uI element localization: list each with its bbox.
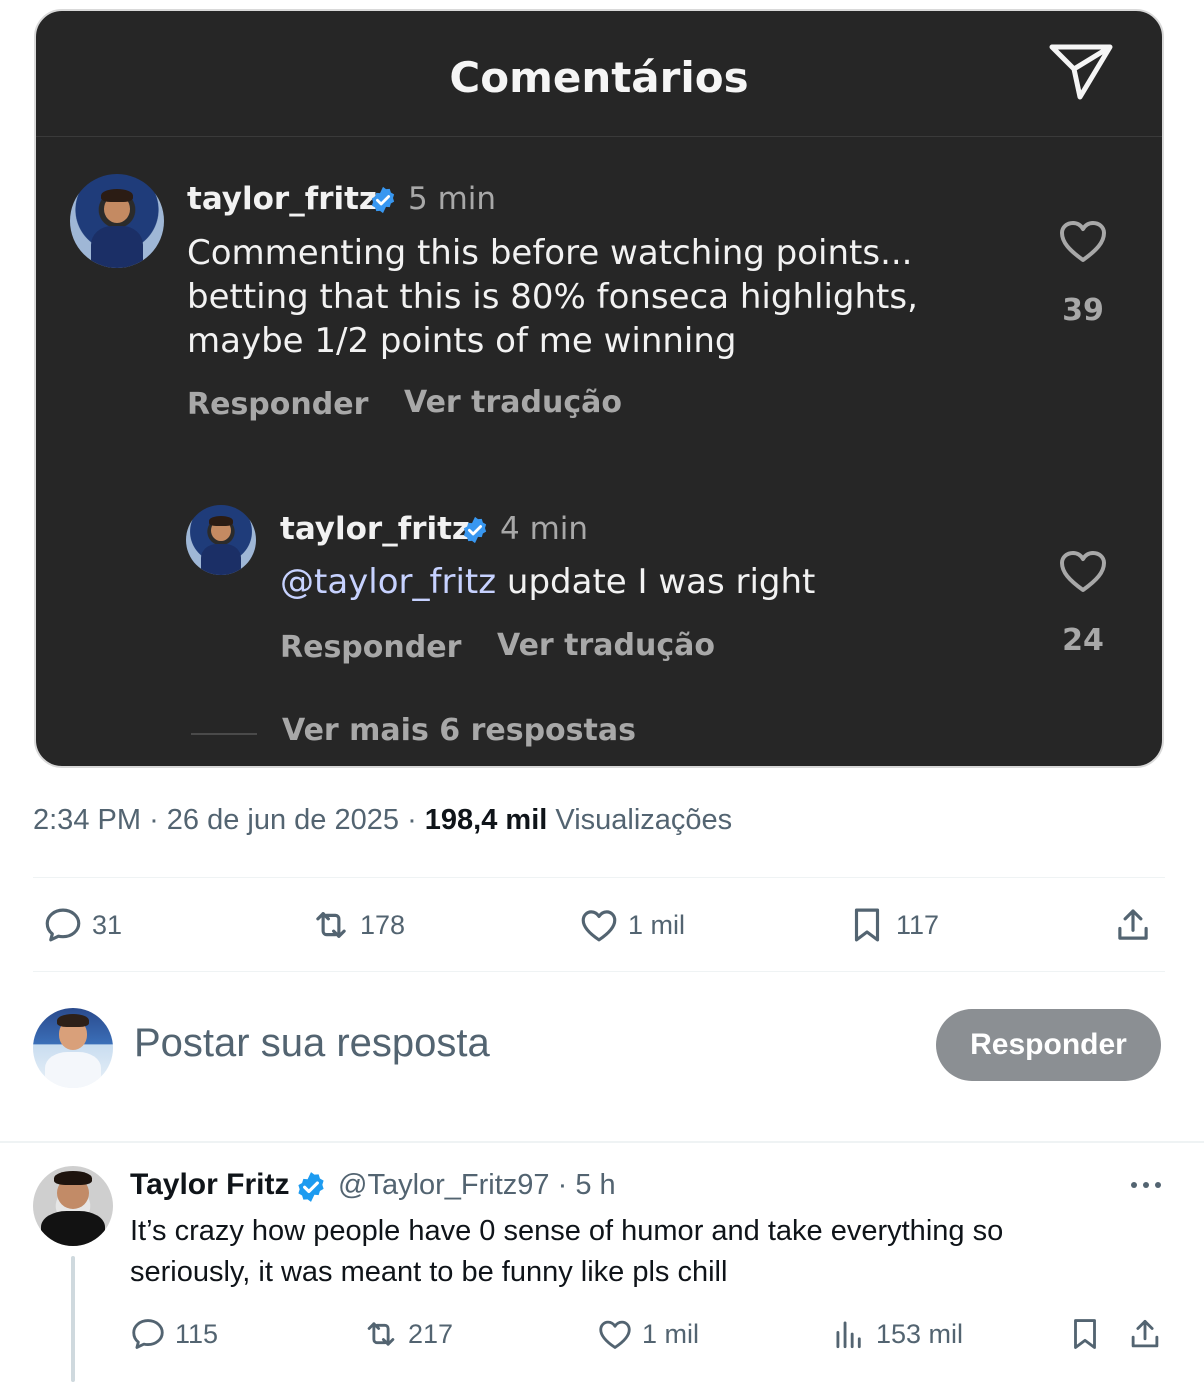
retweet-icon <box>367 1322 395 1346</box>
ig-comment-likes: 39 <box>1062 293 1104 328</box>
reply-tweet-like-action[interactable]: 1 mil <box>596 1315 699 1353</box>
ig-translate-action: Ver tradução <box>497 628 716 663</box>
divider <box>33 971 1165 972</box>
send-icon <box>1049 44 1113 100</box>
ig-title: Comentários <box>449 53 749 102</box>
ig-header: Comentários <box>36 11 1162 137</box>
views-count: 198,4 mil <box>424 804 548 836</box>
like-action[interactable]: 1 mil <box>578 904 685 946</box>
bookmark-icon <box>854 908 880 942</box>
heart-icon <box>581 910 617 942</box>
ig-translate-action: Ver tradução <box>404 385 623 420</box>
verified-icon <box>463 516 487 544</box>
current-user-avatar[interactable] <box>33 1008 113 1088</box>
tweet-time[interactable]: 2:34 PM <box>33 804 141 836</box>
views-icon <box>836 1321 861 1349</box>
reply-tweet-retweet-action[interactable]: 217 <box>362 1315 453 1353</box>
ig-more-divider <box>191 733 257 735</box>
reply-tweet-text: It’s crazy how people have 0 sense of hu… <box>130 1215 1004 1288</box>
instagram-comments-screenshot: Comentários taylor_fritz 5 min Commentin… <box>34 9 1164 768</box>
bookmark-icon <box>1074 1319 1096 1349</box>
heart-icon <box>1060 551 1106 592</box>
ig-avatar <box>70 174 164 268</box>
share-icon <box>1118 909 1148 940</box>
heart-icon <box>599 1320 631 1349</box>
reply-tweet-views-action[interactable]: 153 mil <box>830 1315 963 1353</box>
ig-reply-time: 4 min <box>500 511 589 547</box>
retweet-icon <box>316 912 346 938</box>
ig-comment-username: taylor_fritz <box>187 181 377 217</box>
verified-icon <box>371 186 395 214</box>
ig-reply-action: Responder <box>280 630 462 665</box>
reply-button[interactable]: Responder <box>936 1009 1161 1081</box>
ig-reply-username: taylor_fritz <box>280 511 470 547</box>
tweet-date[interactable]: 26 de jun de 2025 <box>167 804 399 836</box>
ig-reply-action: Responder <box>187 387 369 422</box>
reply-tweet-bookmark-action[interactable] <box>1066 1315 1104 1353</box>
reply-author-name[interactable]: Taylor Fritz <box>130 1168 289 1202</box>
ig-comment-time: 5 min <box>408 181 497 217</box>
reply-tweet-reply-action[interactable]: 115 <box>129 1315 218 1353</box>
share-icon <box>1131 1319 1159 1348</box>
ig-reply-body: update I was right <box>496 562 816 602</box>
tweet-meta: 2:34 PM · 26 de jun de 2025 · 198,4 mil … <box>33 804 732 837</box>
retweet-count: 178 <box>360 909 406 940</box>
ig-mention: @taylor_fritz <box>280 562 497 602</box>
views-label: Visualizações <box>555 804 733 836</box>
ig-more-replies: Ver mais 6 respostas <box>282 713 636 748</box>
like-count: 1 mil <box>628 909 686 940</box>
ig-reply-text: @taylor_fritz update I was right <box>280 560 1000 604</box>
more-icon[interactable] <box>1126 1170 1166 1200</box>
ig-reply-avatar <box>186 505 256 575</box>
section-divider <box>0 1141 1204 1143</box>
reply-author-avatar[interactable] <box>33 1166 113 1246</box>
reply-tweet-views-count: 153 mil <box>876 1318 964 1349</box>
reply-tweet-retweet-count: 217 <box>408 1318 454 1349</box>
bookmark-action[interactable]: 117 <box>846 904 939 946</box>
meta-separator: · <box>149 804 167 836</box>
divider <box>33 877 1165 878</box>
reply-tweet-share-action[interactable] <box>1126 1315 1164 1353</box>
share-action[interactable] <box>1112 904 1154 946</box>
reply-tweet-reply-count: 115 <box>175 1318 219 1349</box>
reply-icon <box>132 1319 164 1349</box>
retweet-action[interactable]: 178 <box>310 904 405 946</box>
ig-reply-likes: 24 <box>1062 623 1104 658</box>
reply-tweet-like-count: 1 mil <box>642 1318 700 1349</box>
reply-icon <box>45 908 81 942</box>
verified-icon[interactable] <box>294 1170 328 1204</box>
reply-action[interactable]: 31 <box>42 904 122 946</box>
meta-separator: · <box>407 804 425 836</box>
reply-count: 31 <box>92 909 123 940</box>
thread-line <box>71 1256 75 1382</box>
heart-icon <box>1060 221 1106 262</box>
bookmark-count: 117 <box>896 909 940 940</box>
reply-input[interactable]: Postar sua resposta <box>134 1021 490 1066</box>
ig-comment-text: Commenting this before watching points..… <box>187 233 918 361</box>
reply-author-handle[interactable]: @Taylor_Fritz97 · 5 h <box>338 1169 616 1202</box>
